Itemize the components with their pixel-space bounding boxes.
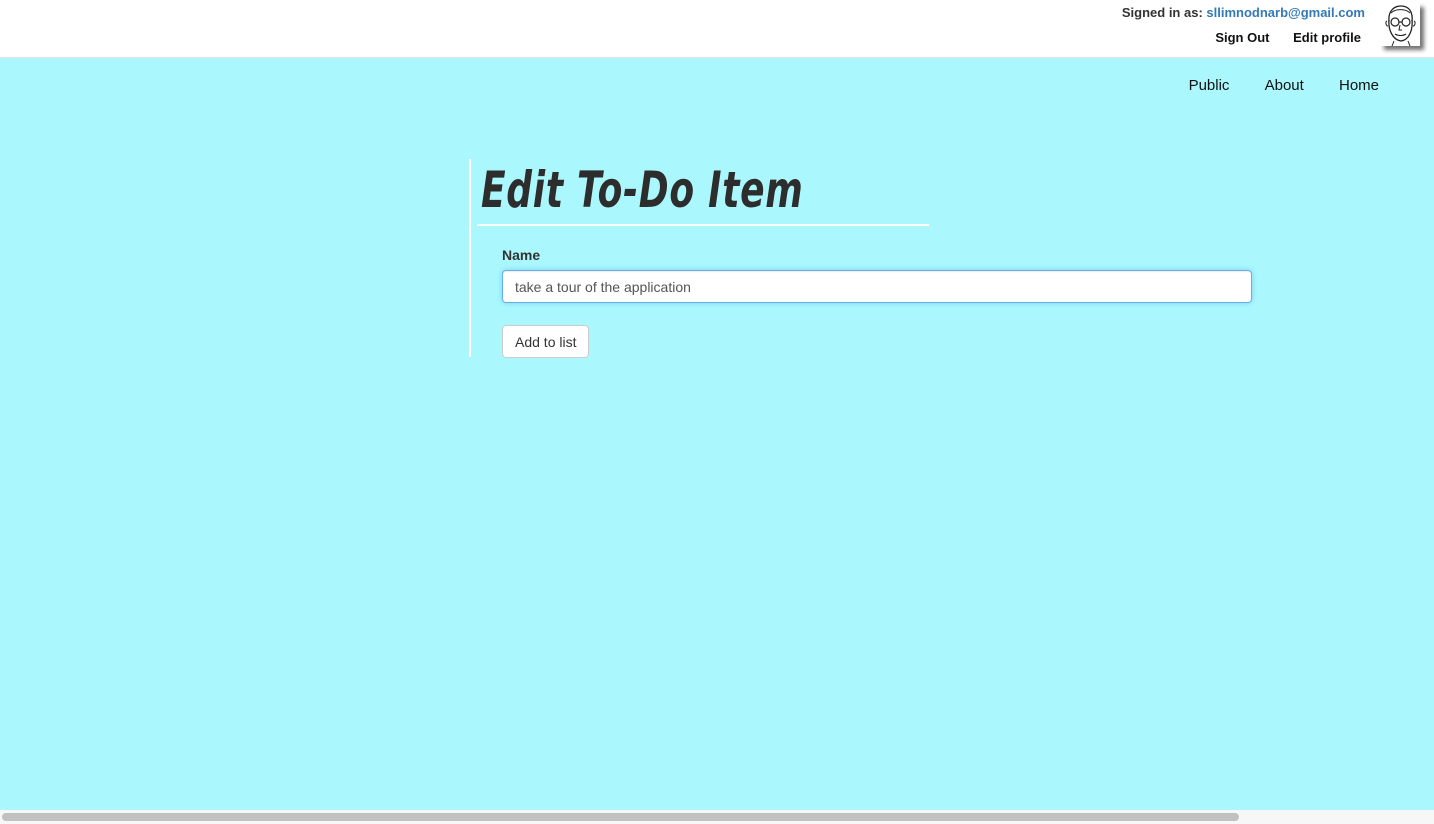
edit-form-panel: Edit To-Do Item Name Add to list bbox=[469, 159, 1271, 358]
nav-item-public[interactable]: Public bbox=[1189, 77, 1230, 94]
sign-out-link[interactable]: Sign Out bbox=[1215, 30, 1269, 45]
signed-in-status: Signed in as: sllimnodnarb@gmail.com bbox=[1122, 5, 1365, 20]
add-to-list-button[interactable]: Add to list bbox=[502, 325, 590, 358]
account-bar: Signed in as: sllimnodnarb@gmail.com Sig… bbox=[0, 0, 1434, 58]
edit-profile-link[interactable]: Edit profile bbox=[1293, 30, 1361, 45]
signed-in-label: Signed in as: bbox=[1121, 5, 1203, 20]
avatar[interactable] bbox=[1380, 3, 1420, 46]
horizontal-scrollbar[interactable] bbox=[0, 810, 1434, 824]
page-title-container: Edit To-Do Item bbox=[477, 159, 929, 226]
top-nav: Public About Home bbox=[1158, 77, 1379, 94]
nav-item-home[interactable]: Home bbox=[1339, 77, 1379, 94]
nav-item-about[interactable]: About bbox=[1265, 77, 1304, 94]
page-title: Edit To-Do Item bbox=[481, 161, 804, 219]
name-input[interactable] bbox=[502, 270, 1252, 303]
name-field-label: Name bbox=[502, 247, 541, 263]
main-area: Public About Home Edit To-Do Item Name A… bbox=[0, 58, 1434, 810]
user-portrait-sketch-icon bbox=[1385, 5, 1416, 46]
scrollbar-thumb[interactable] bbox=[2, 813, 1239, 821]
account-links: Sign Out Edit profile bbox=[1195, 30, 1361, 45]
user-email-link[interactable]: sllimnodnarb@gmail.com bbox=[1206, 5, 1365, 20]
